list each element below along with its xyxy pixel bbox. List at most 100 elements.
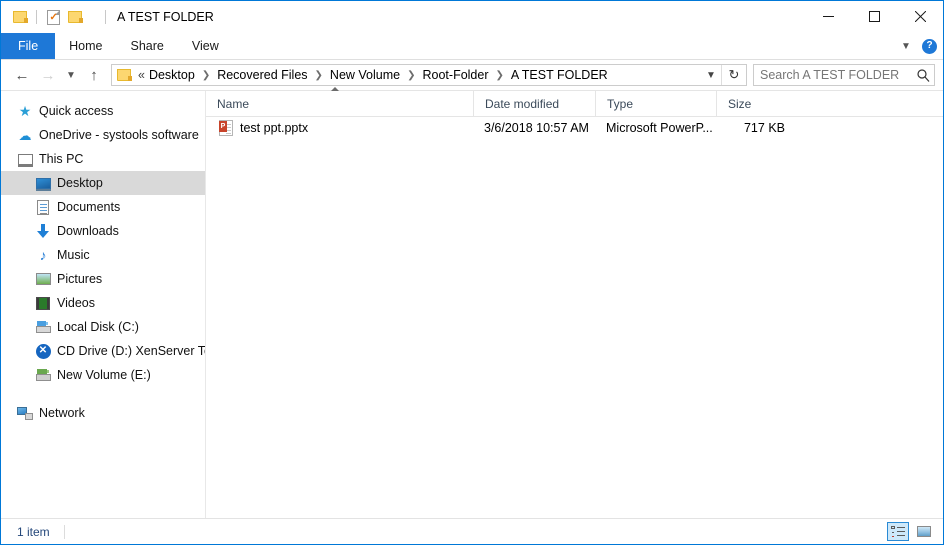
close-button[interactable] — [897, 1, 943, 32]
ribbon-tab-bar: File Home Share View ▼ ? — [1, 33, 943, 60]
search-icon[interactable] — [912, 68, 934, 82]
breadcrumb-item-desktop[interactable]: Desktop — [147, 68, 197, 82]
ribbon-right-controls: ▼ ? — [898, 33, 937, 59]
videos-icon — [35, 295, 51, 311]
quick-access-toolbar: ✓ Customize Quick Access Toolbar — [1, 1, 111, 33]
sidebar-item-new-volume-e[interactable]: New Volume (E:) — [1, 363, 205, 387]
sidebar-item-pictures[interactable]: Pictures — [1, 267, 205, 291]
column-header-label: Type — [607, 96, 634, 111]
refresh-icon[interactable]: ↻ — [721, 65, 746, 85]
tab-file[interactable]: File — [1, 33, 56, 59]
column-header-size[interactable]: Size — [716, 91, 796, 116]
tab-view[interactable]: View — [178, 33, 233, 59]
file-type-cell: Microsoft PowerP... — [606, 121, 713, 135]
sidebar-item-music[interactable]: ♪ Music — [1, 243, 205, 267]
downloads-icon — [35, 223, 51, 239]
sidebar-item-label: Videos — [57, 296, 95, 310]
search-input[interactable] — [754, 67, 912, 83]
file-size-cell: 717 KB — [743, 121, 785, 135]
window-title: A TEST FOLDER — [117, 10, 214, 24]
address-bar-row: ← → ▼ ↑ « Desktop ❯ Recovered Files ❯ Ne… — [1, 60, 943, 90]
desktop-icon — [35, 175, 51, 191]
new-folder-icon[interactable] — [64, 6, 86, 28]
cloud-icon: ☁ — [18, 127, 32, 143]
sidebar-item-this-pc[interactable]: This PC — [1, 147, 205, 171]
details-view-button[interactable] — [887, 522, 909, 541]
window-controls — [805, 1, 943, 32]
expand-ribbon-icon[interactable]: ▼ — [898, 41, 914, 52]
cd-drive-icon: ✕ — [35, 343, 51, 359]
hard-disk-icon — [35, 319, 51, 335]
sidebar-item-network[interactable]: Network — [1, 401, 205, 425]
sidebar-item-label: Desktop — [57, 176, 103, 190]
sidebar-item-label: Local Disk (C:) — [57, 320, 139, 334]
file-name-label: test ppt.pptx — [240, 121, 309, 135]
breadcrumb-separator-icon[interactable]: ❯ — [491, 70, 509, 81]
breadcrumb-item-a-test-folder[interactable]: A TEST FOLDER — [509, 68, 610, 82]
sort-ascending-icon — [331, 87, 339, 91]
view-mode-buttons — [887, 522, 935, 541]
column-header-label: Date modified — [485, 96, 560, 111]
back-button[interactable]: ← — [9, 63, 35, 87]
powerpoint-badge-label: P — [219, 121, 227, 132]
column-header-label: Name — [217, 96, 250, 111]
column-header-row: Name Date modified Type Size — [206, 87, 943, 117]
column-header-date-modified[interactable]: Date modified — [473, 91, 595, 116]
breadcrumb-overflow-icon[interactable]: « — [136, 68, 147, 82]
sidebar-item-documents[interactable]: Documents — [1, 195, 205, 219]
sidebar-item-quick-access[interactable]: ★ Quick access — [1, 99, 205, 123]
sidebar-item-downloads[interactable]: Downloads — [1, 219, 205, 243]
star-icon: ★ — [18, 103, 32, 119]
recent-locations-icon[interactable]: ▼ — [61, 63, 81, 87]
forward-button[interactable]: → — [35, 63, 61, 87]
qat-divider-2 — [105, 10, 106, 24]
sidebar-item-desktop[interactable]: Desktop — [1, 171, 205, 195]
navigation-pane: ★ Quick access ☁ OneDrive - systools sof… — [1, 91, 206, 518]
breadcrumb-item-root-folder[interactable]: Root-Folder — [421, 68, 491, 82]
large-icons-view-icon — [917, 526, 931, 537]
breadcrumb-separator-icon[interactable]: ❯ — [402, 70, 420, 81]
sidebar-item-videos[interactable]: Videos — [1, 291, 205, 315]
breadcrumb-item-recovered-files[interactable]: Recovered Files — [215, 68, 309, 82]
column-header-type[interactable]: Type — [595, 91, 716, 116]
music-icon: ♪ — [39, 247, 47, 263]
folder-icon[interactable] — [9, 6, 31, 28]
breadcrumb-separator-icon[interactable]: ❯ — [310, 70, 328, 81]
tab-home[interactable]: Home — [55, 33, 116, 59]
breadcrumb-separator-icon[interactable]: ❯ — [197, 70, 215, 81]
tab-share[interactable]: Share — [117, 33, 178, 59]
sidebar-item-label: This PC — [39, 152, 84, 166]
file-list-pane: Name Date modified Type Size P test ppt.… — [206, 87, 943, 518]
file-date-cell: 3/6/2018 10:57 AM — [484, 121, 589, 135]
sidebar-item-onedrive[interactable]: ☁ OneDrive - systools software — [1, 123, 205, 147]
sidebar-item-label: OneDrive - systools software — [39, 128, 199, 142]
file-explorer-window: ✓ Customize Quick Access Toolbar A TEST … — [0, 0, 944, 545]
help-icon[interactable]: ? — [922, 38, 937, 54]
address-folder-icon — [112, 69, 136, 81]
powerpoint-file-icon: P — [219, 120, 233, 136]
large-icons-view-button[interactable] — [913, 522, 935, 541]
address-dropdown-icon[interactable]: ▼ — [701, 70, 721, 81]
sidebar-item-label: Documents — [57, 200, 121, 214]
properties-icon[interactable]: ✓ — [42, 6, 64, 28]
minimize-button[interactable] — [805, 1, 851, 32]
table-row[interactable]: P test ppt.pptx 3/6/2018 10:57 AM Micros… — [206, 117, 943, 139]
status-divider — [63, 524, 65, 539]
column-header-label: Size — [728, 96, 752, 111]
maximize-button[interactable] — [851, 1, 897, 32]
search-box[interactable] — [753, 64, 935, 86]
address-bar[interactable]: « Desktop ❯ Recovered Files ❯ New Volume… — [111, 64, 747, 86]
up-button[interactable]: ↑ — [81, 63, 107, 87]
sidebar-item-local-disk-c[interactable]: Local Disk (C:) — [1, 315, 205, 339]
breadcrumb-item-new-volume[interactable]: New Volume — [328, 68, 402, 82]
sidebar-item-label: Pictures — [57, 272, 103, 286]
pictures-icon — [35, 271, 51, 287]
column-header-name[interactable]: Name — [206, 87, 473, 116]
sidebar-item-cd-drive-d[interactable]: ✕ CD Drive (D:) XenServer Too — [1, 339, 205, 363]
qat-divider — [36, 10, 37, 24]
status-bar: 1 item — [1, 518, 943, 544]
item-count-label: 1 item — [17, 524, 50, 539]
file-name-cell: P test ppt.pptx — [206, 120, 473, 136]
explorer-body: ★ Quick access ☁ OneDrive - systools sof… — [1, 87, 943, 518]
title-bar: ✓ Customize Quick Access Toolbar A TEST … — [1, 1, 943, 33]
